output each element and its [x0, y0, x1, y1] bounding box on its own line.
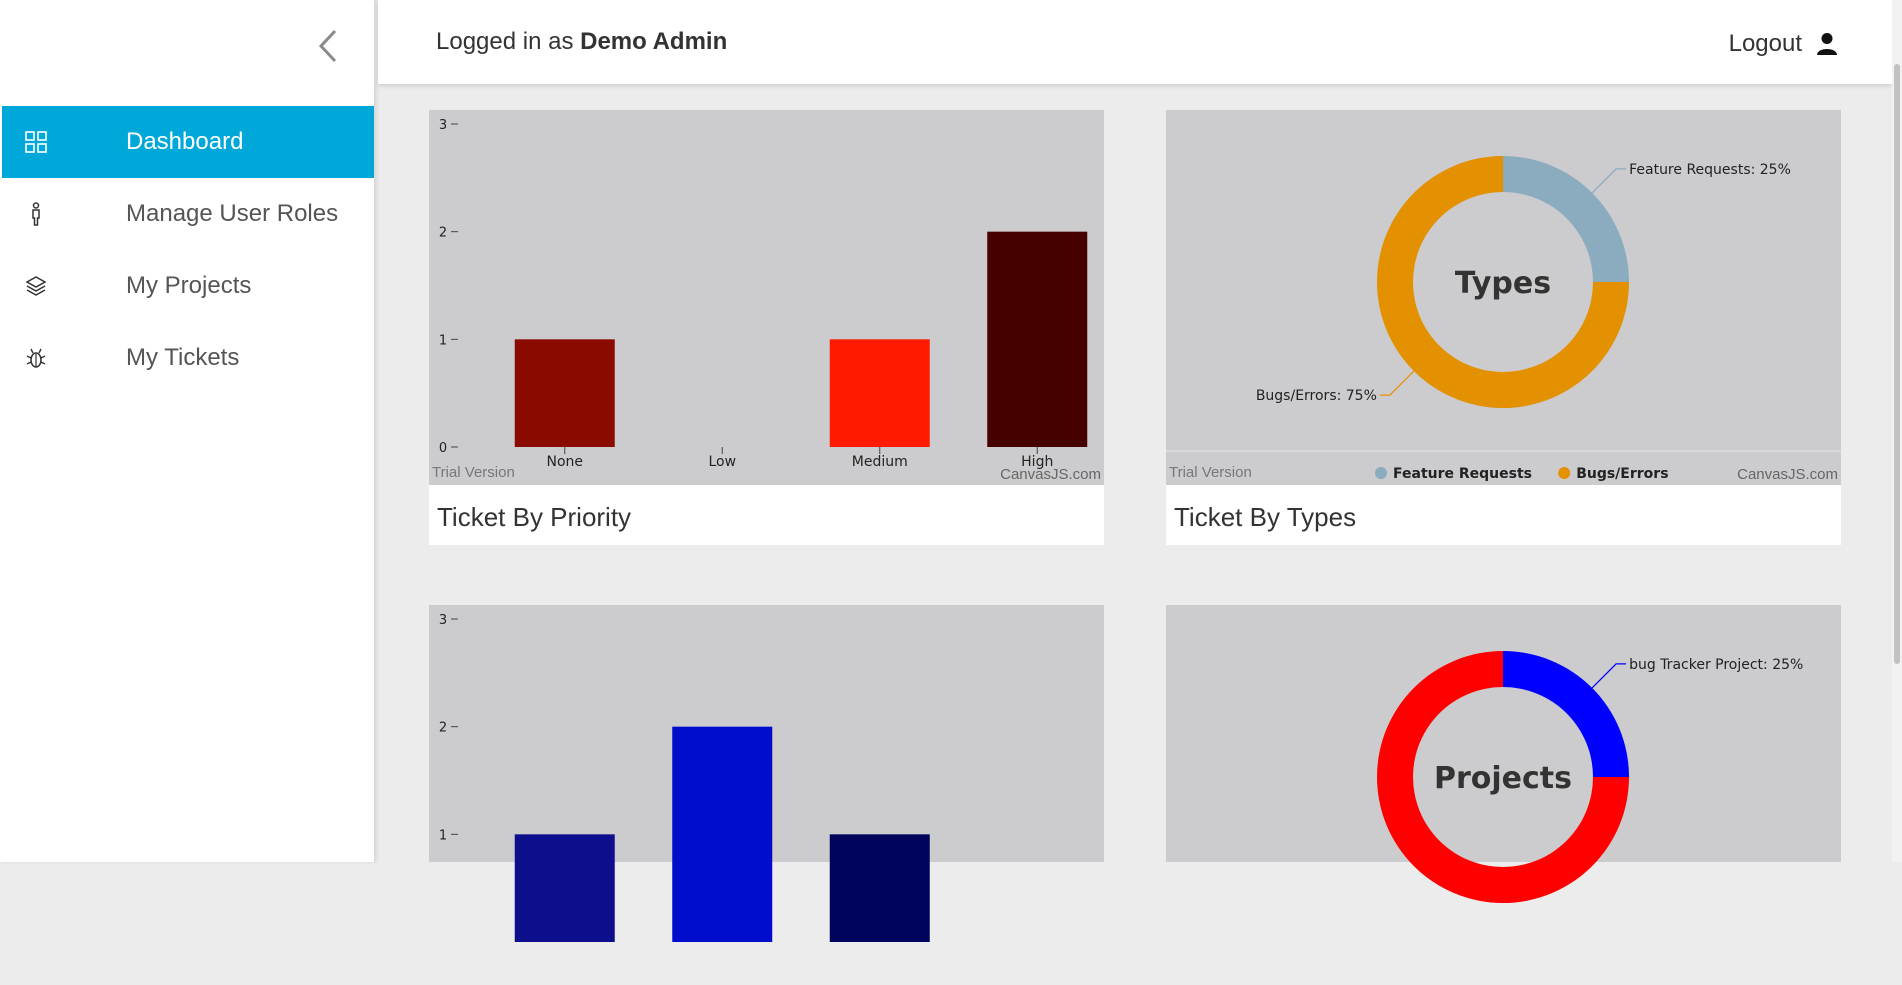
ticket-by-priority-card: 0 1 2 3 None Low Medium High Trial Version Canv… — [429, 110, 1104, 545]
bar-chart-card-bottom: 1 2 3 — [429, 605, 1104, 942]
chevron-left-icon — [318, 29, 337, 63]
y-tick-label: 0 — [439, 441, 447, 456]
bar — [829, 834, 930, 942]
bottom-bar-chart-area: 1 2 3 — [429, 605, 1104, 942]
sidebar-item-label: My Tickets — [126, 344, 240, 371]
logged-in-status: Logged in as Demo Admin — [436, 28, 727, 56]
user-name: Demo Admin — [580, 28, 728, 55]
legend-marker — [1375, 467, 1387, 479]
y-tick-label: 1 — [439, 333, 447, 348]
types-chart-area: Feature Requests: 25% Bugs/Errors: 75% Typ… — [1166, 110, 1841, 485]
y-tick-label: 3 — [439, 118, 447, 133]
types-donut-chart: Feature Requests: 25% Bugs/Errors: 75% Typ… — [1166, 156, 1841, 482]
x-tick-label: Medium — [852, 454, 908, 470]
slice-connector — [1379, 370, 1415, 396]
sidebar-item-label: Manage User Roles — [126, 200, 339, 227]
trial-version-label: Trial Version — [1169, 464, 1252, 481]
y-tick-label: 2 — [439, 721, 447, 736]
bar — [987, 231, 1088, 447]
logged-in-prefix: Logged in as — [436, 28, 574, 55]
y-tick-label: 2 — [439, 226, 447, 241]
sidebar-item-label: Dashboard — [126, 128, 244, 155]
sidebar-item-manage-user-roles[interactable]: Manage User Roles — [2, 178, 374, 250]
top-bar: Logged in as Demo Admin Logout — [378, 0, 1892, 84]
page-scrollbar[interactable] — [1892, 0, 1902, 862]
layers-icon — [24, 274, 48, 298]
slice-connector — [1591, 168, 1627, 194]
bar — [829, 339, 930, 447]
x-tick-label: None — [546, 454, 583, 470]
trial-version-label: Trial Version — [432, 464, 515, 481]
sidebar: Dashboard Manage User Roles My Projects — [0, 0, 375, 862]
sidebar-item-label: My Projects — [126, 272, 252, 299]
center-label: Projects — [1434, 761, 1572, 796]
bug-icon — [24, 346, 48, 370]
bar — [514, 339, 615, 447]
priority-bar-chart: 0123None Low Medium High — [439, 118, 1088, 470]
card-title: Ticket By Types — [1174, 502, 1357, 532]
slice-label: Feature Requests: 25% — [1629, 162, 1791, 178]
priority-chart-area: 0 1 2 3 None Low Medium High Trial Version Canv… — [429, 110, 1104, 485]
collapse-sidebar-button[interactable] — [310, 26, 346, 66]
grid-icon — [24, 130, 48, 154]
bottom-bar-chart: 1 2 3 — [439, 613, 930, 942]
card-title: Ticket By Priority — [437, 502, 632, 532]
slice-connector — [1591, 663, 1627, 689]
ticket-by-types-card: Feature Requests: 25% Bugs/Errors: 75% Typ… — [1166, 110, 1841, 545]
y-tick-label: 3 — [439, 613, 447, 628]
projects-card: bug Tracker Project: 25% Projects — [1166, 605, 1841, 903]
projects-donut-chart: bug Tracker Project: 25% Projects — [1377, 651, 1803, 903]
projects-chart-area: bug Tracker Project: 25% Projects — [1166, 605, 1841, 903]
logout-button[interactable]: Logout — [1729, 30, 1838, 58]
bar — [672, 726, 773, 942]
slice-label: Bugs/Errors: 75% — [1256, 388, 1377, 404]
legend-label: Bugs/Errors — [1576, 466, 1668, 482]
user-icon — [1817, 33, 1837, 55]
x-tick-label: Low — [708, 454, 736, 470]
y-tick-label: 1 — [439, 828, 447, 843]
slice-label: bug Tracker Project: 25% — [1629, 657, 1803, 673]
center-label: Types — [1455, 266, 1551, 301]
scrollbar-thumb[interactable] — [1894, 64, 1900, 664]
person-icon — [24, 202, 48, 226]
sidebar-item-dashboard[interactable]: Dashboard — [2, 106, 374, 178]
legend-marker — [1558, 467, 1571, 479]
sidebar-item-my-tickets[interactable]: My Tickets — [2, 322, 374, 394]
canvasjs-credit[interactable]: CanvasJS.com — [1737, 466, 1838, 483]
canvasjs-credit[interactable]: CanvasJS.com — [1000, 466, 1101, 483]
logout-label: Logout — [1728, 30, 1802, 57]
bar — [514, 834, 615, 942]
sidebar-item-my-projects[interactable]: My Projects — [2, 250, 374, 322]
legend-label: Feature Requests — [1393, 466, 1532, 482]
sidebar-nav: Dashboard Manage User Roles My Projects — [2, 106, 374, 394]
